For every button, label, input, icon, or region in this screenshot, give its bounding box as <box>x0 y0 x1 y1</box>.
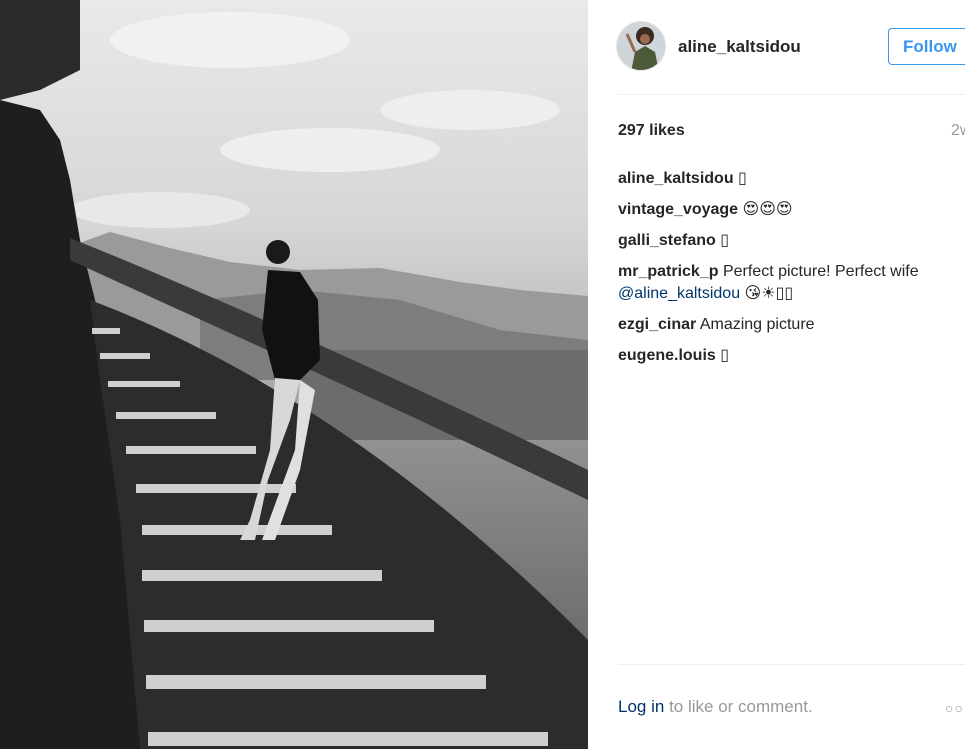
post-author-username[interactable]: aline_kaltsidou <box>678 37 801 57</box>
comment-text: ▯ <box>738 170 747 187</box>
comment-item: vintage_voyage 😍😍😍 <box>618 199 965 221</box>
comment-username[interactable]: mr_patrick_p <box>618 263 719 280</box>
photo-image <box>0 0 588 749</box>
comment-text: Amazing picture <box>699 316 815 333</box>
avatar-image <box>617 22 665 70</box>
login-prompt: Log in to like or comment. <box>618 697 813 717</box>
login-link[interactable]: Log in <box>618 697 664 716</box>
comment-username[interactable]: ezgi_cinar <box>618 316 696 333</box>
comment-text: ▯ <box>720 232 730 249</box>
more-dots-icon[interactable]: ○○ <box>945 700 964 716</box>
footer-divider <box>618 664 965 665</box>
comment-text: 😍😍😍 <box>742 201 793 218</box>
comment-text: Perfect picture! Perfect wife <box>722 263 919 280</box>
likes-count[interactable]: 297 likes <box>618 122 685 140</box>
comment-text: ▯ <box>720 347 730 364</box>
comment-username[interactable]: aline_kaltsidou <box>618 170 734 187</box>
comment-item: mr_patrick_p Perfect picture! Perfect wi… <box>618 261 965 305</box>
follow-button[interactable]: Follow <box>888 28 965 65</box>
comment-mention[interactable]: @aline_kaltsidou <box>618 285 740 302</box>
login-prompt-text: to like or comment. <box>669 697 813 716</box>
comment-username[interactable]: vintage_voyage <box>618 201 738 218</box>
post-timestamp[interactable]: 2w <box>951 122 965 140</box>
comment-item: galli_stefano ▯ <box>618 230 965 252</box>
post-details-panel: aline_kaltsidou Follow 297 likes 2w alin… <box>588 0 965 749</box>
post-header: aline_kaltsidou Follow <box>616 20 965 72</box>
post-photo[interactable] <box>0 0 588 749</box>
comments-list: aline_kaltsidou ▯ vintage_voyage 😍😍😍 gal… <box>618 168 965 376</box>
header-divider <box>618 94 965 95</box>
comment-item: eugene.louis ▯ <box>618 345 965 367</box>
comment-text-after: 😘☀▯▯ <box>744 285 794 302</box>
comment-username[interactable]: galli_stefano <box>618 232 716 249</box>
comment-item: aline_kaltsidou ▯ <box>618 168 965 190</box>
comment-item: ezgi_cinar Amazing picture <box>618 314 965 336</box>
avatar[interactable] <box>616 21 666 71</box>
comment-username[interactable]: eugene.louis <box>618 347 716 364</box>
